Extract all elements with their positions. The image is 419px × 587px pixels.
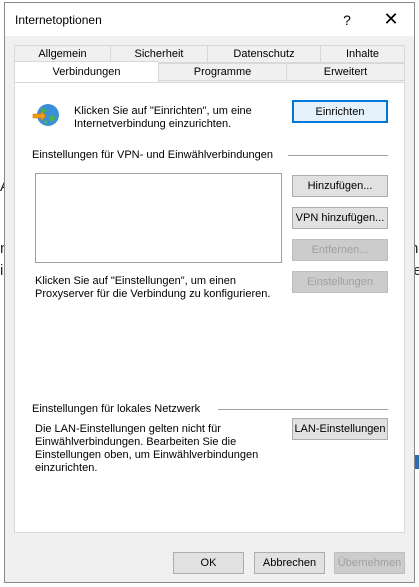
- title-bar: Internetoptionen ? ✕: [5, 3, 414, 36]
- globe-network-icon: [31, 101, 63, 131]
- lan-settings-button[interactable]: LAN-Einstellungen: [292, 418, 388, 440]
- internet-options-dialog: Internetoptionen ? ✕ Allgemein Sicherhei…: [4, 2, 415, 583]
- tab-verbindungen[interactable]: Verbindungen: [14, 61, 159, 82]
- lan-description: Die LAN-Einstellungen gelten nicht für E…: [35, 423, 259, 474]
- remove-connection-button[interactable]: Entfernen...: [292, 239, 388, 261]
- add-connection-button[interactable]: Hinzufügen...: [292, 175, 388, 197]
- close-button[interactable]: ✕: [369, 3, 413, 36]
- cancel-button[interactable]: Abbrechen: [254, 552, 325, 574]
- apply-button[interactable]: Übernehmen: [334, 552, 405, 574]
- lan-section-divider: [218, 409, 388, 410]
- connection-settings-button[interactable]: Einstellungen: [292, 271, 388, 293]
- window-title: Internetoptionen: [15, 13, 102, 27]
- setup-button[interactable]: Einrichten: [292, 100, 388, 123]
- add-vpn-button[interactable]: VPN hinzufügen...: [292, 207, 388, 229]
- tab-datenschutz[interactable]: Datenschutz: [207, 45, 321, 63]
- tab-erweitert[interactable]: Erweitert: [286, 63, 405, 81]
- vpn-section-divider: [288, 155, 388, 156]
- help-button[interactable]: ?: [325, 3, 369, 36]
- vpn-section-heading: Einstellungen für VPN- und Einwählverbin…: [32, 149, 273, 161]
- proxy-description: Klicken Sie auf "Einstellungen", um eine…: [35, 275, 271, 300]
- setup-description: Klicken Sie auf "Einrichten", um eine In…: [74, 105, 252, 130]
- lan-section-heading: Einstellungen für lokales Netzwerk: [32, 403, 201, 415]
- tab-programme[interactable]: Programme: [158, 63, 287, 81]
- connections-panel: Klicken Sie auf "Einrichten", um eine In…: [14, 82, 405, 533]
- tab-inhalte[interactable]: Inhalte: [320, 45, 405, 63]
- ok-button[interactable]: OK: [173, 552, 244, 574]
- connections-list[interactable]: [35, 173, 282, 263]
